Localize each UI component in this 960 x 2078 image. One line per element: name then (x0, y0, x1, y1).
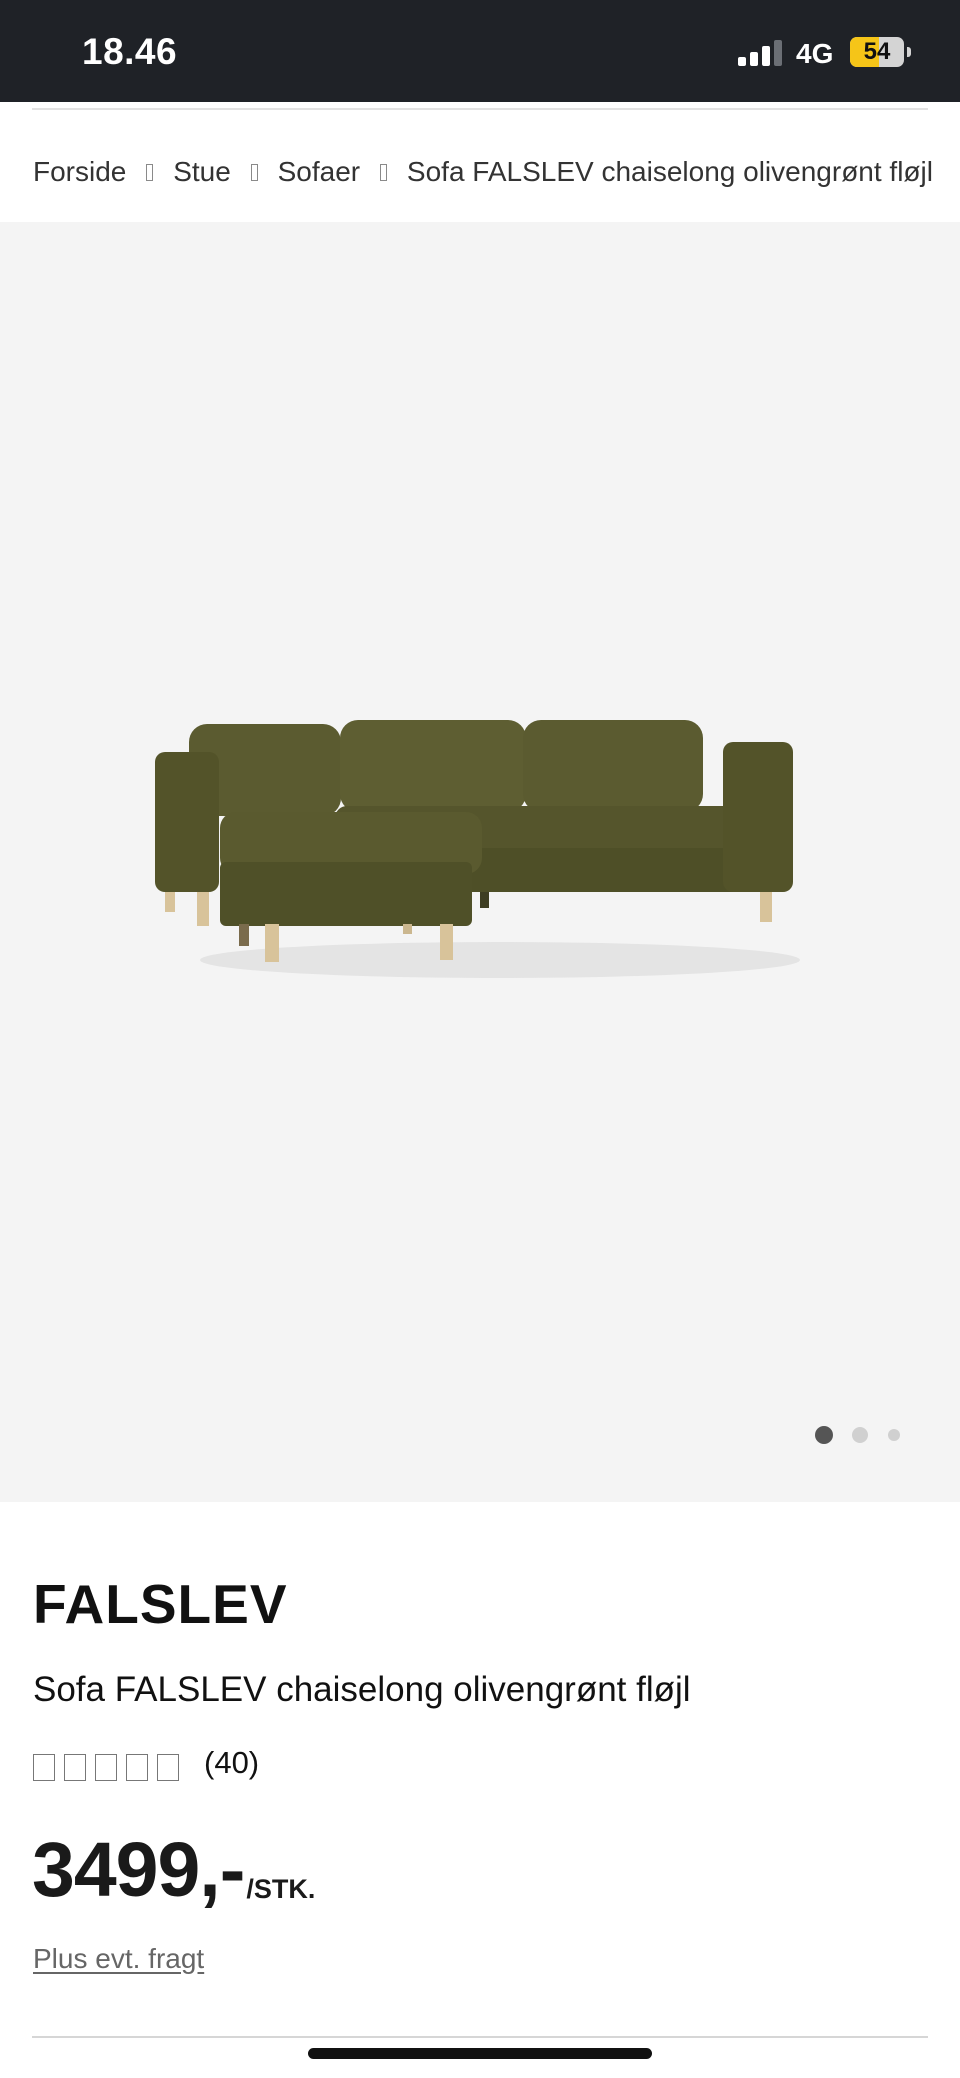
home-indicator[interactable] (308, 2048, 652, 2059)
breadcrumb: Forside Stue Sofaer Sofa FALSLEV chaisel… (33, 150, 933, 194)
shipping-info-link[interactable]: Plus evt. fragt (33, 1943, 204, 1975)
gallery-dot-3[interactable] (888, 1429, 900, 1441)
breadcrumb-item-sofaer[interactable]: Sofaer (278, 156, 361, 188)
breadcrumb-item-current: Sofa FALSLEV chaiselong olivengrønt fløj… (406, 156, 933, 187)
header-divider (32, 108, 928, 110)
battery-icon: 54 (850, 37, 904, 67)
gallery-pagination (815, 1425, 925, 1445)
status-time: 18.46 (82, 31, 178, 72)
chevron-right-icon (146, 163, 154, 181)
star-icon (95, 1753, 117, 1781)
cellular-signal-icon (738, 40, 784, 66)
chevron-right-icon (380, 163, 387, 181)
chevron-right-icon (250, 163, 258, 181)
status-bar: 18.46 4G 54 (0, 0, 960, 102)
product-gallery[interactable] (0, 222, 960, 1502)
product-image[interactable] (145, 712, 815, 1012)
star-icon (33, 1753, 55, 1781)
product-brand: FALSLEV (33, 1573, 288, 1635)
price-row: 3499,- /STK. (32, 1832, 315, 1909)
price-unit: /STK. (246, 1874, 316, 1904)
rating-count[interactable]: (40) (204, 1745, 259, 1781)
product-price: 3499,- (32, 1827, 245, 1913)
section-divider (32, 2036, 928, 2038)
product-rating[interactable]: (40) (33, 1745, 259, 1787)
star-icon (64, 1753, 86, 1781)
star-icon (157, 1753, 179, 1781)
breadcrumb-item-stue[interactable]: Stue (173, 156, 231, 188)
gallery-dot-2[interactable] (852, 1427, 868, 1443)
star-icon (126, 1753, 148, 1781)
breadcrumb-item-forside[interactable]: Forside (33, 156, 126, 188)
battery-cap (907, 47, 911, 57)
gallery-dot-1[interactable] (815, 1426, 833, 1444)
product-name: Sofa FALSLEV chaiselong olivengrønt fløj… (33, 1670, 691, 1709)
network-type: 4G (796, 38, 834, 69)
battery-level: 54 (863, 38, 891, 65)
